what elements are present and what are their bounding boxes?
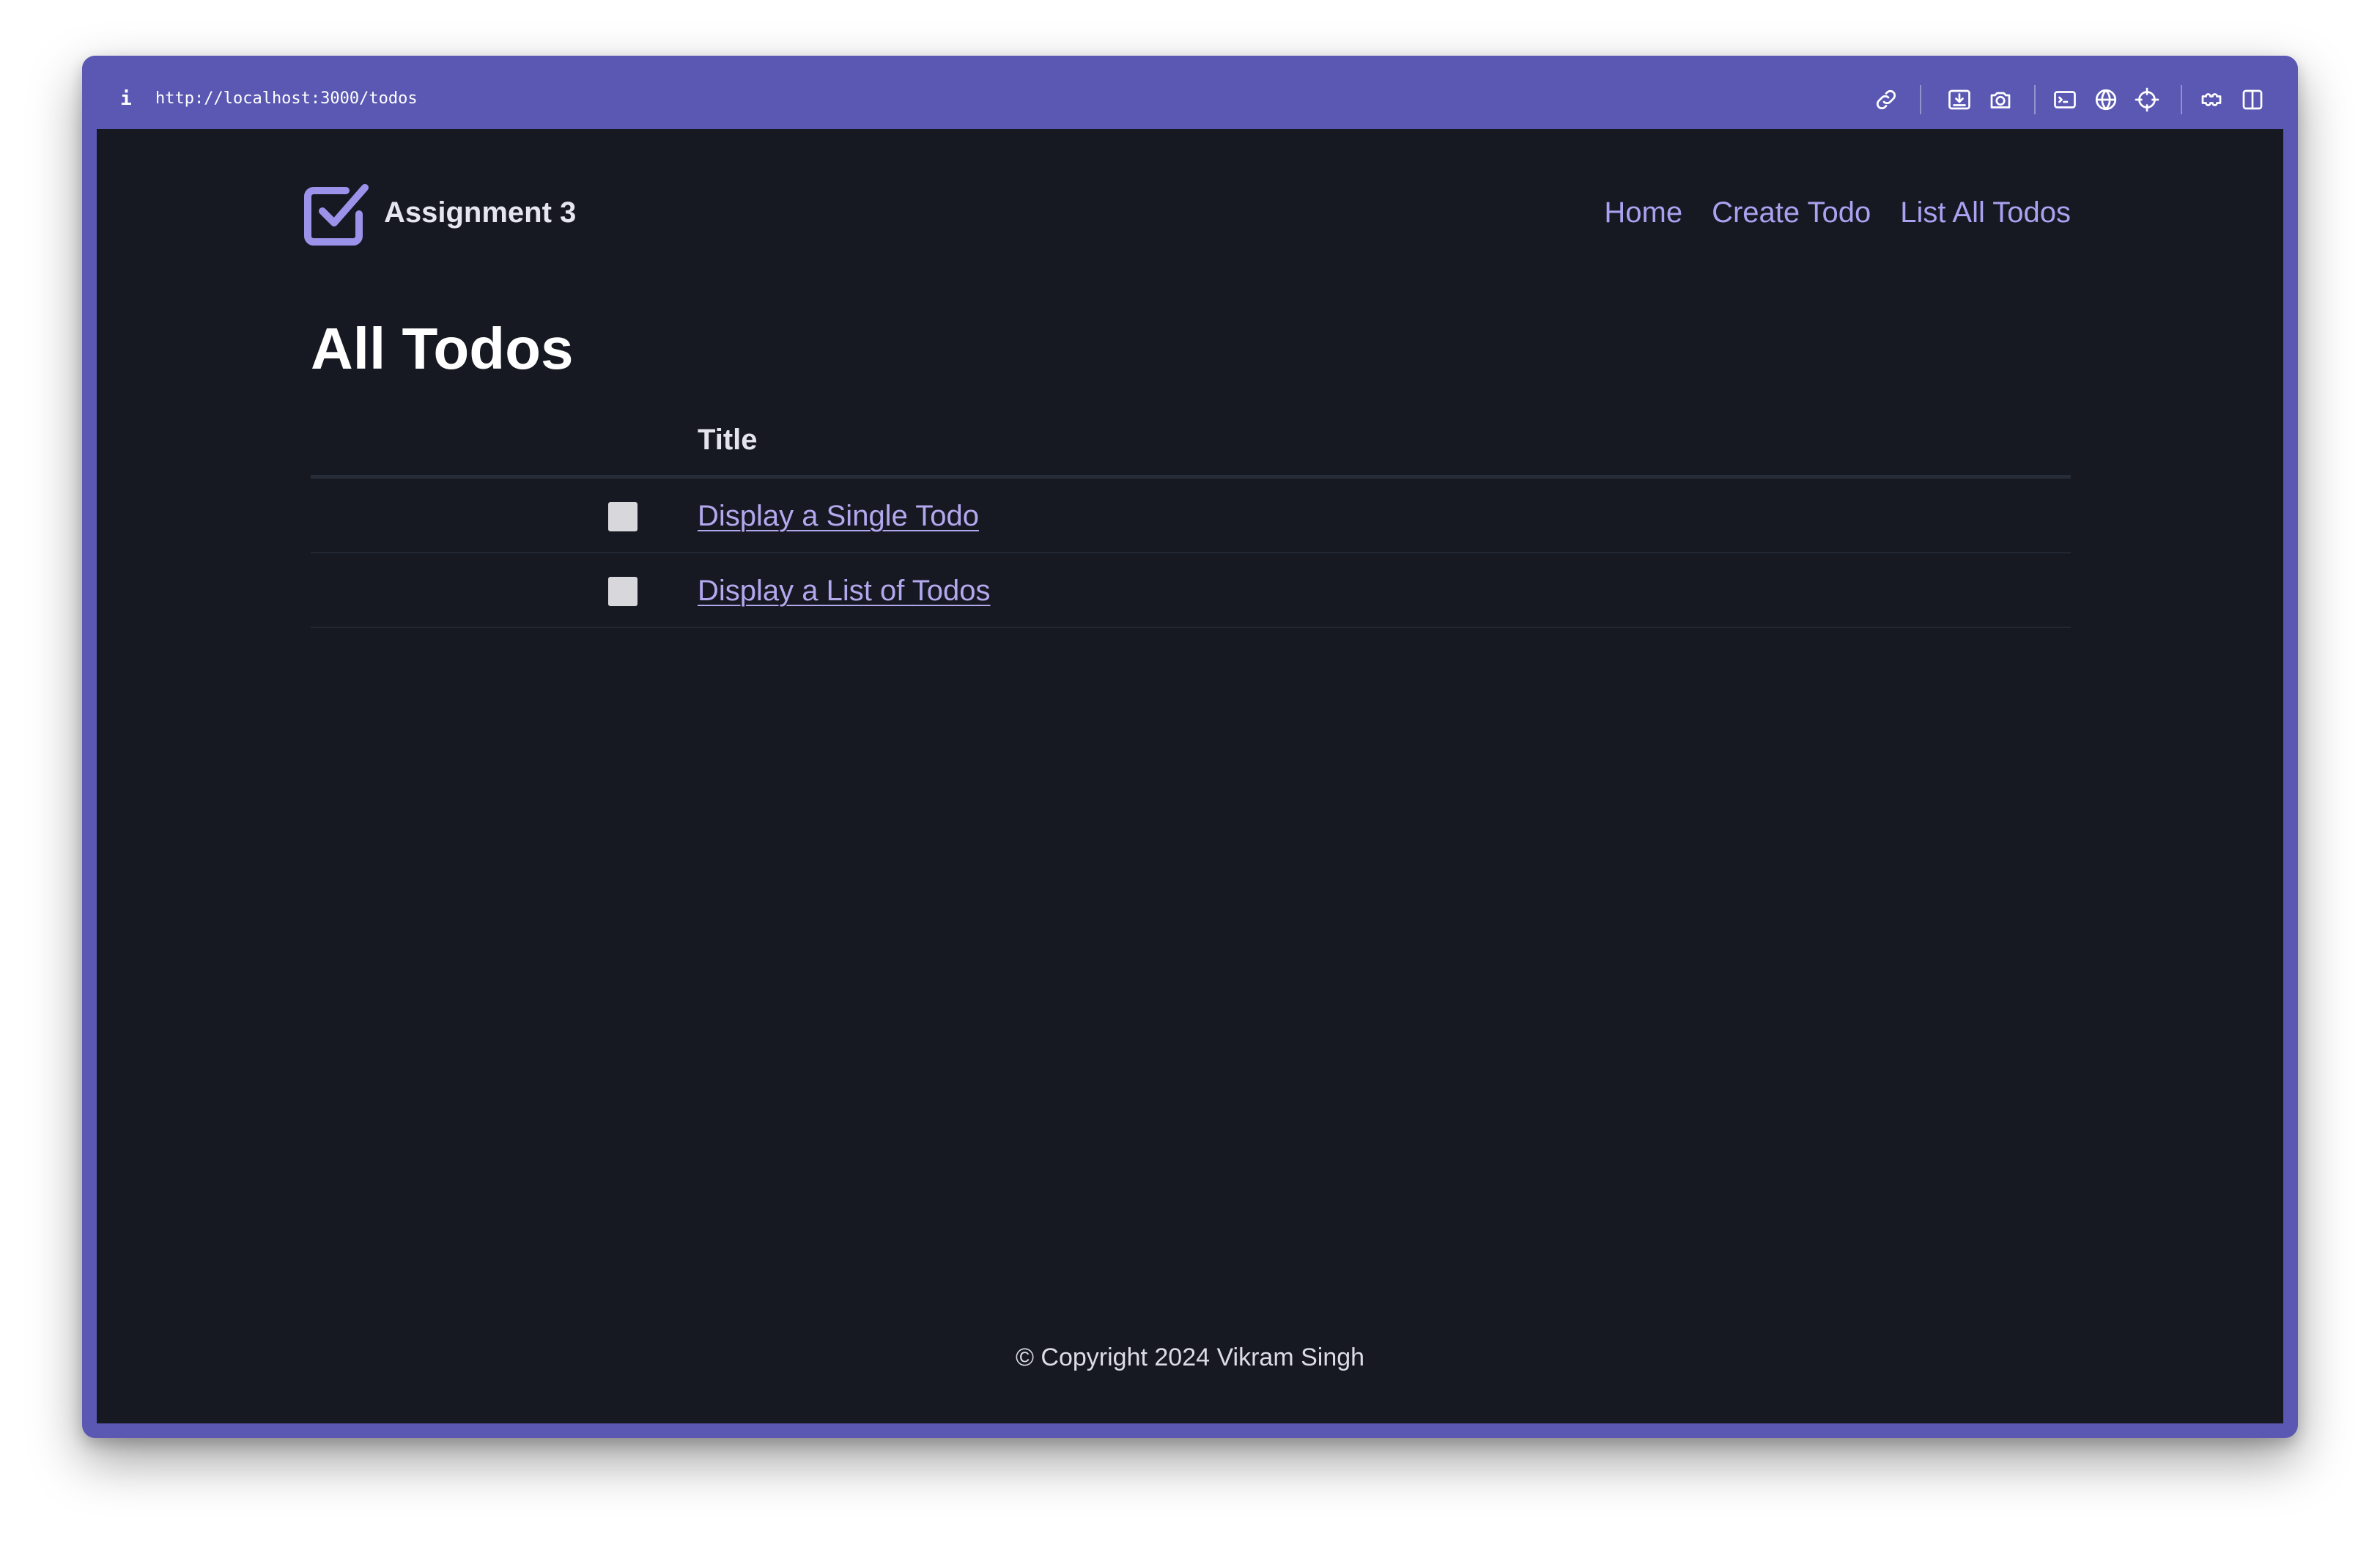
nav-link-home[interactable]: Home (1604, 191, 1682, 235)
extension-icon[interactable] (2198, 86, 2225, 113)
link-icon[interactable] (1873, 86, 1899, 113)
main-nav: Home Create Todo List All Todos (1604, 191, 2071, 235)
sidebar-icon[interactable] (2239, 86, 2266, 113)
terminal-icon[interactable] (2052, 86, 2078, 113)
browser-window: i http://localhost:3000/todos Assignment… (82, 56, 2298, 1438)
todo-checkbox[interactable] (608, 577, 638, 606)
column-header-title: Title (698, 424, 758, 456)
nav-link-create-todo[interactable]: Create Todo (1712, 191, 1871, 235)
table-row: Display a Single Todo (311, 479, 2071, 553)
download-icon[interactable] (1946, 86, 1973, 113)
browser-toolbar: i http://localhost:3000/todos (82, 56, 2298, 129)
page-viewport: Assignment 3 Home Create Todo List All T… (97, 129, 2283, 1423)
address-bar[interactable]: http://localhost:3000/todos (155, 88, 418, 110)
toolbar-divider (2034, 85, 2036, 114)
toolbar-divider (2181, 85, 2182, 114)
table-row: Display a List of Todos (311, 553, 2071, 628)
checkbox-checked-icon[interactable] (303, 180, 369, 246)
brand-name[interactable]: Assignment 3 (384, 194, 576, 232)
globe-icon[interactable] (2093, 86, 2119, 113)
todo-checkbox[interactable] (608, 502, 638, 531)
todos-table: Title Display a Single Todo Display a Li… (311, 408, 2071, 628)
todo-title-link[interactable]: Display a List of Todos (698, 569, 990, 613)
todo-title-link[interactable]: Display a Single Todo (698, 494, 979, 538)
toolbar-divider (1920, 85, 1921, 114)
table-header: Title (311, 408, 2071, 479)
screen: i http://localhost:3000/todos Assignment… (0, 0, 2380, 1548)
crosshair-icon[interactable] (2134, 86, 2160, 113)
nav-link-list-all-todos[interactable]: List All Todos (1900, 191, 2071, 235)
info-icon[interactable]: i (120, 88, 132, 110)
footer-copyright: © Copyright 2024 Vikram Singh (1015, 1344, 1365, 1371)
page-title: All Todos (311, 316, 574, 381)
camera-icon[interactable] (1987, 86, 2014, 113)
